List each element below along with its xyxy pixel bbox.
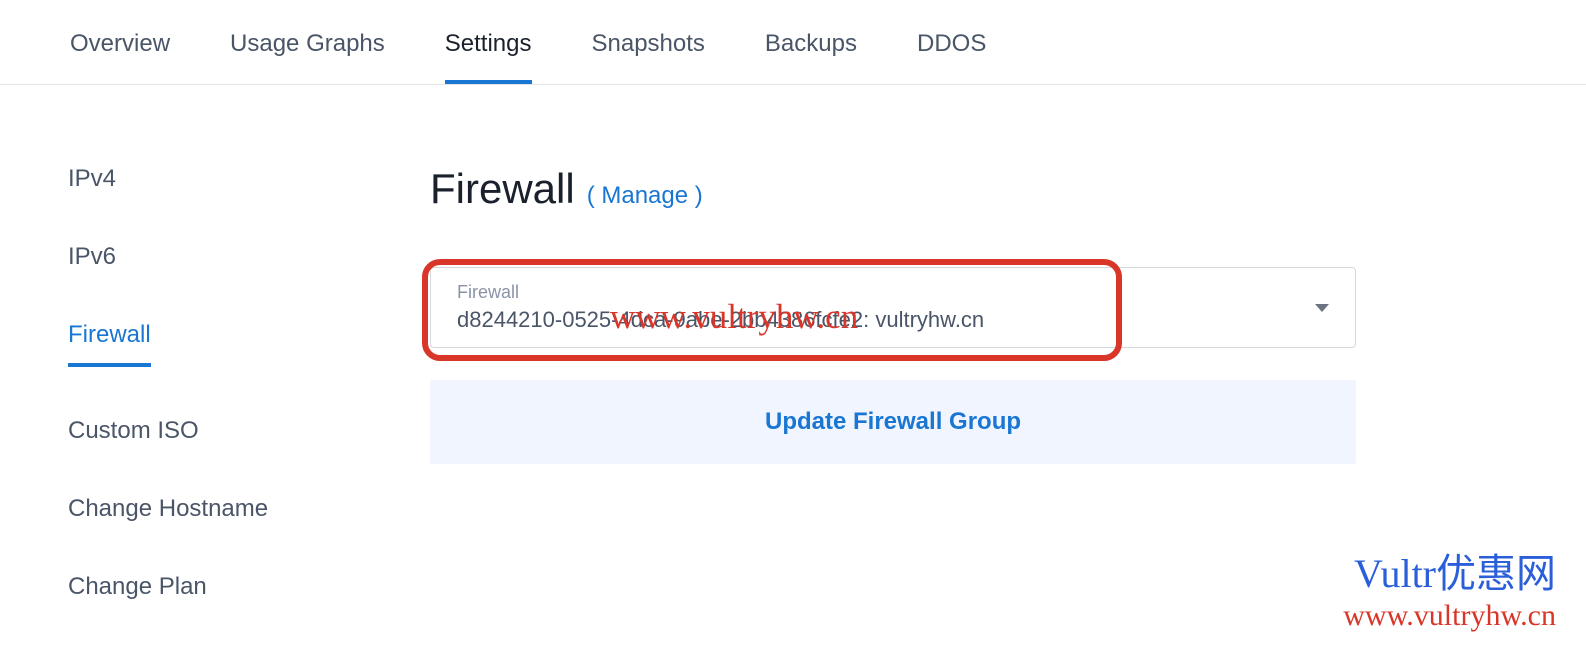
firewall-group-select[interactable]: Firewall d8244210-0525-4dca-9abe-2bb4386…: [430, 267, 1356, 348]
update-firewall-group-button[interactable]: Update Firewall Group: [430, 380, 1356, 464]
tab-usage-graphs[interactable]: Usage Graphs: [230, 30, 385, 84]
main-content-area: IPv4 IPv6 Firewall Custom ISO Change Hos…: [0, 85, 1586, 601]
sidebar-item-change-plan[interactable]: Change Plan: [68, 573, 207, 601]
firewall-dropdown-wrapper: Firewall d8244210-0525-4dca-9abe-2bb4386…: [430, 267, 1356, 348]
chevron-down-icon: [1315, 304, 1329, 312]
tab-backups[interactable]: Backups: [765, 30, 857, 84]
sidebar-item-ipv4[interactable]: IPv4: [68, 165, 116, 193]
sidebar-item-firewall[interactable]: Firewall: [68, 321, 151, 367]
page-heading: Firewall ( Manage ): [430, 165, 1356, 213]
page-title: Firewall: [430, 165, 575, 213]
top-tab-bar: Overview Usage Graphs Settings Snapshots…: [0, 0, 1586, 85]
sidebar-item-ipv6[interactable]: IPv6: [68, 243, 116, 271]
tab-ddos[interactable]: DDOS: [917, 30, 986, 84]
settings-sidebar: IPv4 IPv6 Firewall Custom ISO Change Hos…: [0, 165, 430, 601]
sidebar-item-custom-iso[interactable]: Custom ISO: [68, 417, 199, 445]
tab-settings[interactable]: Settings: [445, 30, 532, 84]
manage-link[interactable]: ( Manage ): [587, 182, 703, 210]
watermark-line2: www.vultryhw.cn: [1343, 598, 1556, 634]
tab-snapshots[interactable]: Snapshots: [592, 30, 705, 84]
dropdown-selected-value: d8244210-0525-4dca-9abe-2bb4386fcfe2: vu…: [457, 307, 1305, 333]
watermark-line1: Vultr优惠网: [1343, 550, 1556, 598]
tab-overview[interactable]: Overview: [70, 30, 170, 84]
content-panel: Firewall ( Manage ) Firewall d8244210-05…: [430, 165, 1586, 601]
corner-watermark: Vultr优惠网 www.vultryhw.cn: [1343, 550, 1556, 634]
dropdown-label: Firewall: [457, 282, 1305, 303]
sidebar-item-change-hostname[interactable]: Change Hostname: [68, 495, 268, 523]
